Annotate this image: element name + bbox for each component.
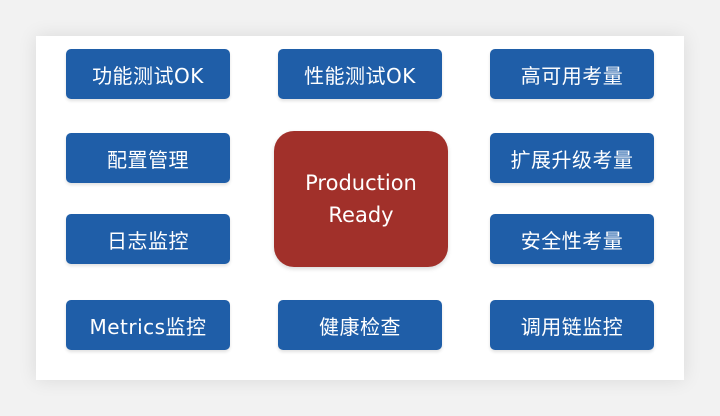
- tile-log-monitoring: 日志监控: [66, 214, 230, 264]
- tile-label: 扩展升级考量: [510, 147, 634, 172]
- tile-health-check: 健康检查: [278, 300, 442, 350]
- tile-tracing-monitoring: 调用链监控: [490, 300, 654, 350]
- production-ready-center: Production Ready: [274, 131, 448, 267]
- tile-high-availability: 高可用考量: [490, 49, 654, 99]
- tile-label: 性能测试OK: [304, 63, 416, 88]
- center-line-1: Production: [305, 171, 417, 195]
- tile-label: 调用链监控: [520, 314, 624, 339]
- center-line-2: Ready: [328, 203, 394, 227]
- tile-functional-test: 功能测试OK: [66, 49, 230, 99]
- diagram-card: 功能测试OK 配置管理 日志监控 Metrics监控 性能测试OK Produc…: [36, 36, 684, 380]
- tile-security: 安全性考量: [490, 214, 654, 264]
- tile-config-management: 配置管理: [66, 133, 230, 183]
- tile-metrics-monitoring: Metrics监控: [66, 300, 230, 350]
- tile-label: 配置管理: [107, 147, 189, 172]
- tile-label: 高可用考量: [520, 63, 624, 88]
- tile-label: 健康检查: [319, 314, 401, 339]
- tile-scaling-upgrade: 扩展升级考量: [490, 133, 654, 183]
- tile-label: Metrics监控: [89, 314, 207, 339]
- tile-label: 日志监控: [107, 228, 189, 253]
- tile-label: 功能测试OK: [92, 63, 204, 88]
- tile-label: 安全性考量: [520, 228, 624, 253]
- tile-performance-test: 性能测试OK: [278, 49, 442, 99]
